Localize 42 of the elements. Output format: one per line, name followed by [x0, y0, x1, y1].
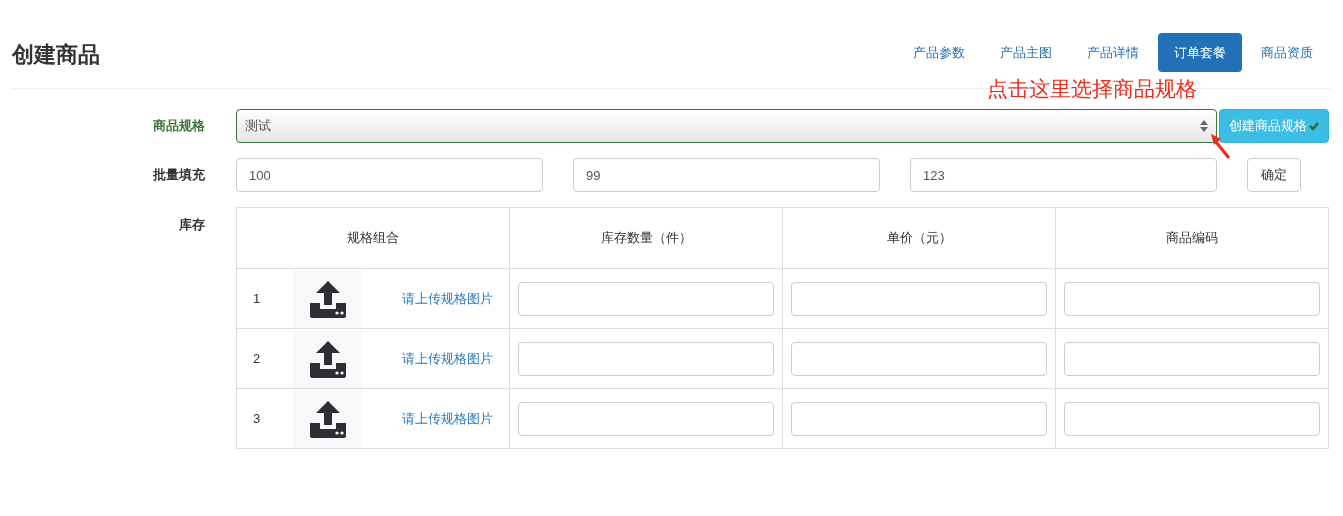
table-input[interactable]	[791, 281, 1047, 316]
tab[interactable]: 商品资质	[1245, 33, 1329, 72]
tab[interactable]: 订单套餐	[1158, 33, 1242, 72]
check-icon	[1309, 121, 1319, 131]
tab[interactable]: 产品详情	[1071, 33, 1155, 72]
page-title: 创建商品	[12, 41, 100, 69]
batch-input[interactable]: 100	[236, 158, 543, 192]
tab[interactable]: 产品参数	[897, 33, 981, 72]
table-input[interactable]	[1064, 281, 1320, 316]
row-index: 3	[253, 409, 262, 428]
spec-select[interactable]: 测试	[236, 109, 1217, 143]
annotation-text: 点击这里选择商品规格	[987, 78, 1197, 99]
column-header: 商品编码	[1055, 207, 1329, 269]
upload-icon[interactable]	[307, 278, 348, 319]
upload-link[interactable]: 请上传规格图片	[402, 348, 493, 369]
batch-input[interactable]: 123	[910, 158, 1217, 192]
table-input[interactable]	[791, 341, 1047, 376]
table-input[interactable]	[518, 341, 774, 376]
upload-area[interactable]	[293, 269, 362, 328]
batch-input[interactable]: 99	[573, 158, 880, 192]
upload-icon[interactable]	[307, 338, 348, 379]
upload-link[interactable]: 请上传规格图片	[402, 288, 493, 309]
table-input[interactable]	[1064, 401, 1320, 436]
table-input[interactable]	[518, 281, 774, 316]
row-index: 2	[253, 349, 262, 368]
row-index: 1	[253, 289, 262, 308]
tab[interactable]: 产品主图	[984, 33, 1068, 72]
table-input[interactable]	[518, 401, 774, 436]
table-input[interactable]	[1064, 341, 1320, 376]
select-arrows-icon	[1200, 120, 1208, 132]
table-input[interactable]	[791, 401, 1047, 436]
stock-label: 库存	[178, 216, 205, 234]
upload-area[interactable]	[293, 389, 362, 448]
spec-label: 商品规格	[152, 117, 205, 136]
upload-link[interactable]: 请上传规格图片	[402, 408, 493, 429]
confirm-button[interactable]: 确定	[1247, 158, 1301, 192]
column-header: 库存数量（件）	[509, 207, 783, 269]
batch-label: 批量填充	[152, 166, 205, 185]
column-header: 规格组合	[236, 207, 510, 269]
column-header: 单价（元）	[782, 207, 1056, 269]
upload-area[interactable]	[293, 329, 362, 388]
upload-icon[interactable]	[307, 398, 348, 439]
